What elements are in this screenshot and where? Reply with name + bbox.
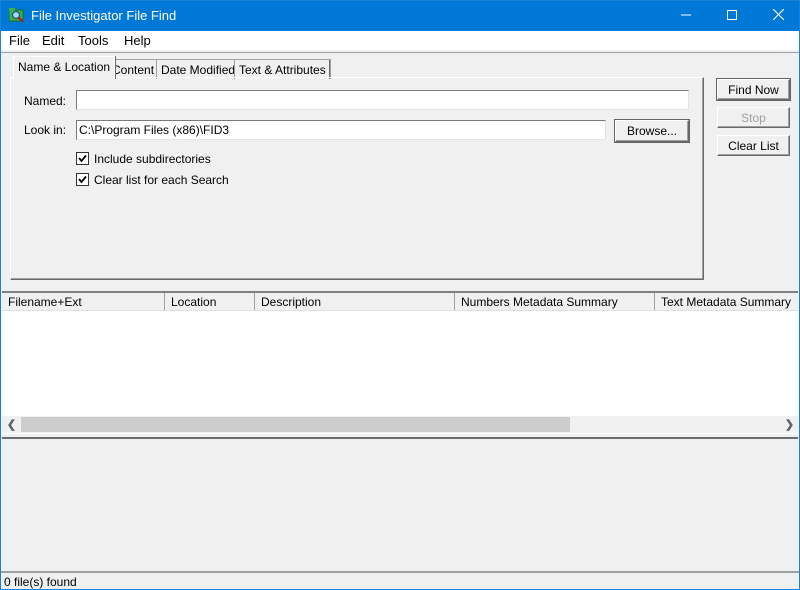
- scroll-left-arrow-icon[interactable]: ❮: [3, 416, 20, 433]
- include-subdirectories-checkbox[interactable]: [76, 152, 89, 165]
- column-header-text-metadata[interactable]: Text Metadata Summary: [654, 293, 798, 310]
- app-folder-magnifier-icon: [8, 8, 25, 23]
- browse-button[interactable]: Browse...: [615, 120, 689, 142]
- menu-tools[interactable]: Tools: [78, 33, 108, 48]
- look-in-label: Look in:: [24, 123, 67, 137]
- title-bar[interactable]: File Investigator File Find: [1, 1, 799, 31]
- tab-name-location[interactable]: Name & Location: [13, 56, 116, 79]
- status-bar: 0 file(s) found: [1, 571, 799, 589]
- menu-file[interactable]: File: [9, 33, 30, 48]
- stop-button[interactable]: Stop: [717, 107, 790, 128]
- scroll-right-arrow-icon[interactable]: ❯: [781, 416, 798, 433]
- results-list[interactable]: Filename+Ext Location Description Number…: [2, 291, 798, 434]
- status-text: 0 file(s) found: [4, 575, 77, 589]
- clear-list-button[interactable]: Clear List: [717, 135, 790, 156]
- clear-list-label[interactable]: Clear list for each Search: [94, 173, 229, 187]
- column-header-filename[interactable]: Filename+Ext: [2, 293, 164, 310]
- scrollbar-thumb[interactable]: [21, 417, 570, 432]
- include-subdirectories-label[interactable]: Include subdirectories: [94, 152, 211, 166]
- clear-list-checkbox[interactable]: [76, 173, 89, 186]
- app-window: File Investigator File Find File Edit To…: [0, 0, 800, 590]
- minimize-button[interactable]: [663, 1, 709, 31]
- look-in-input[interactable]: [76, 120, 606, 140]
- maximize-icon: [727, 9, 737, 23]
- menu-separator: [1, 52, 799, 53]
- tab-text-attributes[interactable]: Text & Attributes: [234, 59, 331, 79]
- named-label: Named:: [24, 94, 67, 108]
- close-button[interactable]: [755, 1, 800, 31]
- menu-bar: File Edit Tools Help: [1, 31, 799, 51]
- window-title: File Investigator File Find: [31, 8, 177, 23]
- column-header-description[interactable]: Description: [254, 293, 454, 310]
- menu-edit[interactable]: Edit: [42, 33, 64, 48]
- find-now-button[interactable]: Find Now: [717, 79, 790, 100]
- details-pane: [2, 437, 798, 571]
- column-header-numbers-metadata[interactable]: Numbers Metadata Summary: [454, 293, 654, 310]
- minimize-icon: [681, 9, 691, 23]
- checkmark-icon: [78, 154, 87, 163]
- tab-date-modified[interactable]: Date Modified: [156, 59, 241, 79]
- menu-help[interactable]: Help: [124, 33, 151, 48]
- results-header: Filename+Ext Location Description Number…: [2, 293, 798, 311]
- named-input[interactable]: [76, 90, 689, 110]
- maximize-button[interactable]: [709, 1, 755, 31]
- column-header-location[interactable]: Location: [164, 293, 254, 310]
- checkmark-icon: [78, 175, 87, 184]
- close-icon: [772, 8, 784, 23]
- horizontal-scrollbar[interactable]: ❮ ❯: [2, 416, 798, 433]
